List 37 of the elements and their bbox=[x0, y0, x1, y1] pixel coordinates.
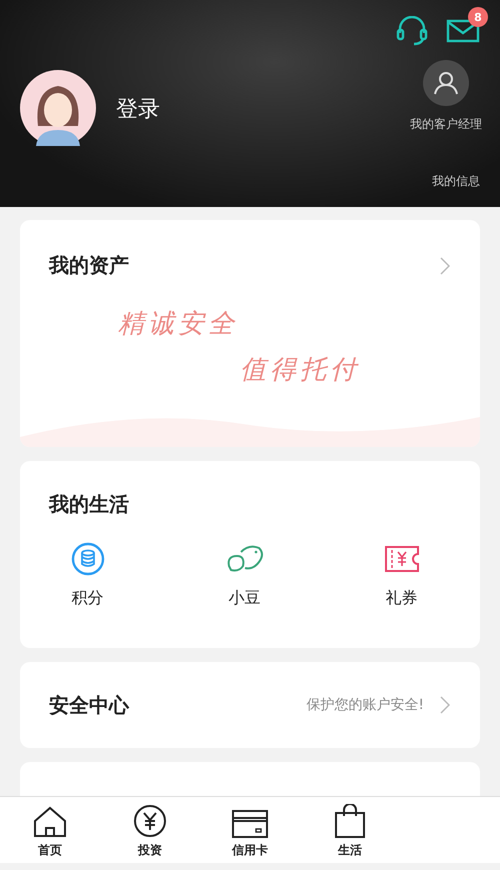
life-item-label: 小豆 bbox=[228, 588, 260, 609]
security-center-card[interactable]: 安全中心 保护您的账户安全! bbox=[20, 662, 480, 748]
life-item[interactable]: 积分 bbox=[9, 542, 166, 609]
coin-stack-icon bbox=[70, 542, 104, 576]
card-title: 安全中心 bbox=[49, 692, 130, 718]
security-hint: 保护您的账户安全! bbox=[306, 696, 424, 714]
credit-card-icon bbox=[232, 810, 268, 838]
person-icon bbox=[433, 71, 459, 95]
tab-label: 生活 bbox=[338, 842, 362, 859]
account-manager-button[interactable] bbox=[423, 60, 469, 106]
life-item[interactable]: 小豆 bbox=[166, 542, 323, 609]
life-item-label: 积分 bbox=[72, 588, 104, 609]
tab-label: 首页 bbox=[38, 842, 62, 859]
my-info-link[interactable]: 我的信息 bbox=[432, 173, 480, 190]
chevron-right-icon bbox=[440, 696, 450, 714]
message-count-badge: 8 bbox=[468, 7, 488, 27]
avatar-drawing[interactable] bbox=[20, 70, 96, 146]
life-item[interactable]: 礼券 bbox=[323, 542, 480, 609]
login-link[interactable]: 登录 bbox=[116, 94, 410, 124]
tab-label: 信用卡 bbox=[232, 842, 268, 859]
tab-item[interactable]: 首页 bbox=[0, 797, 100, 863]
tab-item[interactable]: 信用卡 bbox=[200, 797, 300, 863]
card-title: 我的资产 bbox=[49, 252, 129, 279]
slogan-text: 值得托付 bbox=[240, 354, 360, 387]
card-title: 我的生活 bbox=[49, 492, 129, 516]
shopping-bag-icon bbox=[335, 804, 365, 838]
account-manager-label: 我的客户经理 bbox=[410, 116, 482, 133]
life-item-label: 礼券 bbox=[386, 588, 418, 609]
slogan-text: 精诚安全 bbox=[118, 308, 238, 341]
tab-label: 投资 bbox=[138, 842, 162, 859]
assets-card[interactable]: 我的资产 精诚安全 值得托付 bbox=[20, 220, 480, 447]
yen-coin-icon bbox=[133, 804, 167, 838]
chevron-right-icon bbox=[440, 256, 450, 274]
tab-item[interactable]: 生活 bbox=[300, 797, 400, 863]
tab-item[interactable]: 投资 bbox=[100, 797, 200, 863]
home-icon bbox=[33, 806, 67, 838]
headset-icon[interactable] bbox=[396, 16, 428, 46]
